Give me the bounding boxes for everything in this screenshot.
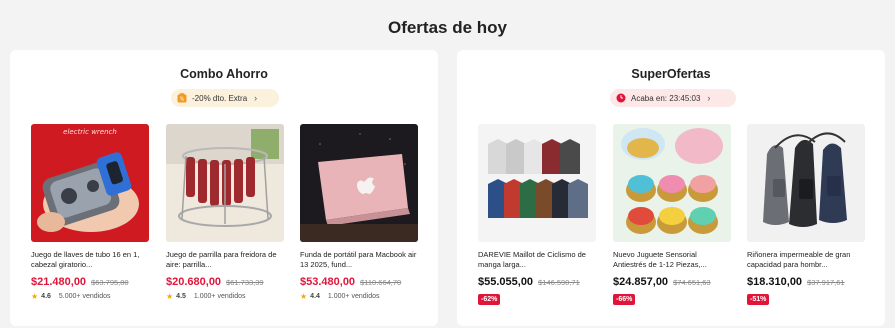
product-name: DAREVIE Maillot de Ciclismo de manga lar… (478, 250, 586, 269)
product-old-price: $146.590,71 (538, 278, 580, 287)
product-rating: 4.6 (41, 293, 51, 300)
product-sold-count: 1.000+ vendidos (327, 293, 380, 300)
star-icon: ★ (166, 292, 174, 301)
superofertas-title: SuperOfertas (631, 67, 711, 81)
coupon-icon: % (177, 93, 187, 103)
product-rating: 4.4 (310, 293, 320, 300)
product-name: Juego de parrilla para freidora de aire:… (166, 250, 277, 269)
product-image (300, 124, 418, 242)
extra-discount-label: -20% dto. Extra (192, 93, 248, 103)
product-image (613, 124, 731, 242)
product-image (747, 124, 865, 242)
combo-ahorro-title: Combo Ahorro (180, 67, 268, 81)
product-sold-count: 1.000+ vendidos (193, 293, 246, 300)
product-price: $24.857,00 (613, 276, 669, 288)
product-image (478, 124, 596, 242)
product-card[interactable]: Juego de parrilla para freidora de aire:… (166, 124, 284, 301)
chevron-right-icon: › (254, 93, 258, 103)
product-image: electric wrench (31, 124, 149, 242)
countdown-pill[interactable]: Acaba en: 23:45:03 › (610, 89, 736, 107)
svg-text:%: % (180, 97, 185, 103)
product-price: $21.480,00 (31, 276, 87, 288)
product-card[interactable]: electric wrench Juego de llaves de tubo … (31, 124, 149, 301)
product-price: $20.680,00 (166, 276, 222, 288)
product-sold-count: 5.000+ vendidos (58, 293, 111, 300)
chevron-right-icon: › (707, 93, 711, 103)
product-image (166, 124, 284, 242)
product-old-price: $63.795,80 (91, 278, 129, 287)
product-rating: 4.5 (176, 293, 186, 300)
product-old-price: $74.651,63 (673, 278, 711, 287)
product-name: Funda de portátil para Macbook air 13 20… (300, 250, 417, 269)
star-icon: ★ (300, 292, 308, 301)
product-card[interactable]: DAREVIE Maillot de Ciclismo de manga lar… (478, 124, 596, 306)
product-old-price: $37.917,61 (807, 278, 845, 287)
discount-badge: -66% (613, 294, 636, 305)
product-price: $53.480,00 (300, 276, 356, 288)
discount-badge: -62% (478, 294, 501, 305)
product-name: Juego de llaves de tubo 16 en 1, cabezal… (31, 250, 140, 269)
product-name: Riñonera impermeable de gran capacidad p… (747, 250, 851, 269)
discount-badge: -51% (747, 294, 770, 305)
page-title: Ofertas de hoy (387, 18, 508, 37)
product-old-price: $110.664,70 (360, 278, 402, 287)
clock-icon (616, 93, 626, 103)
product-card[interactable]: Riñonera impermeable de gran capacidad p… (747, 124, 865, 306)
product-price: $18.310,00 (747, 276, 803, 288)
combo-ahorro-panel: Combo Ahorro % -20% dto. Extra › electri… (10, 50, 438, 326)
countdown-label: Acaba en: 23:45:03 (631, 93, 701, 103)
product-card[interactable]: Nuevo Juguete Sensorial Antiestrés de 1-… (613, 124, 731, 306)
product-name: Nuevo Juguete Sensorial Antiestrés de 1-… (613, 250, 707, 269)
svg-text:electric wrench: electric wrench (63, 128, 117, 136)
extra-discount-pill[interactable]: % -20% dto. Extra › (171, 89, 279, 107)
product-old-price: $61.733,39 (226, 278, 264, 287)
superofertas-panel: SuperOfertas Acaba en: 23:45:03 › DAREVI… (457, 50, 885, 326)
product-price: $55.055,00 (478, 276, 534, 288)
product-card[interactable]: Funda de portátil para Macbook air 13 20… (300, 124, 418, 301)
star-icon: ★ (31, 292, 39, 301)
